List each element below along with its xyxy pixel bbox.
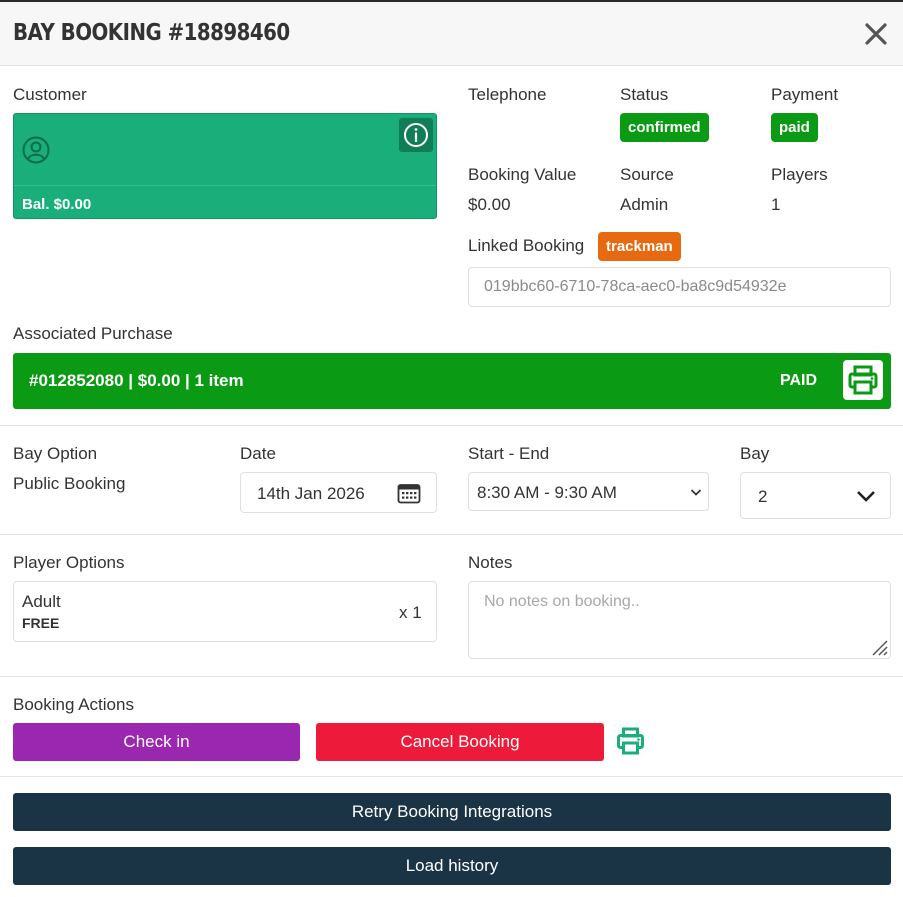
status-label: Status — [620, 85, 669, 104]
modal-header: BAY BOOKING #18898460 — [0, 2, 903, 66]
associated-purchase-bar[interactable]: #012852080 | $0.00 | 1 item PAID — [13, 353, 891, 409]
bay-value: 2 — [758, 487, 768, 506]
bay-option-value: Public Booking — [13, 474, 126, 493]
date-value: 14th Jan 2026 — [257, 484, 365, 503]
player-options-label: Player Options — [13, 553, 125, 572]
bay-label: Bay — [740, 444, 770, 463]
resize-grip-icon[interactable] — [870, 638, 888, 656]
page-title: BAY BOOKING #18898460 — [13, 20, 290, 46]
players-value: 1 — [771, 195, 781, 214]
close-icon[interactable] — [862, 20, 890, 48]
booking-value: $0.00 — [468, 195, 511, 214]
check-in-button[interactable]: Check in — [13, 723, 300, 761]
player-option-quantity: x 1 — [399, 603, 422, 622]
notes-placeholder: No notes on booking.. — [484, 593, 640, 610]
payment-label: Payment — [771, 85, 839, 104]
section-divider — [0, 534, 903, 535]
player-option-price: FREE — [22, 615, 60, 631]
printer-icon — [848, 365, 878, 395]
start-end-label: Start - End — [468, 444, 550, 463]
status-badge: confirmed — [620, 113, 709, 142]
trackman-badge: trackman — [598, 232, 681, 261]
section-divider — [0, 425, 903, 426]
date-label: Date — [240, 444, 276, 463]
bay-booking-modal: BAY BOOKING #18898460 Customer Bal. $0.0… — [0, 0, 903, 897]
printer-icon[interactable] — [614, 725, 647, 758]
notes-label: Notes — [468, 553, 513, 572]
booking-value-label: Booking Value — [468, 165, 577, 184]
customer-label: Customer — [13, 85, 87, 104]
section-divider — [0, 676, 903, 677]
chevron-down-icon — [857, 491, 875, 502]
notes-textarea[interactable]: No notes on booking.. — [468, 581, 891, 659]
customer-card[interactable]: Bal. $0.00 — [13, 113, 437, 219]
start-end-select[interactable]: 8:30 AM - 9:30 AM — [468, 472, 709, 511]
date-picker[interactable]: 14th Jan 2026 — [240, 472, 437, 513]
source-label: Source — [620, 165, 674, 184]
chevron-down-icon — [690, 489, 702, 496]
purchase-summary: #012852080 | $0.00 | 1 item — [29, 371, 244, 390]
associated-purchase-label: Associated Purchase — [13, 324, 173, 343]
bay-select[interactable]: 2 — [740, 472, 891, 519]
card-divider — [14, 185, 436, 186]
retry-integrations-button[interactable]: Retry Booking Integrations — [13, 793, 891, 831]
player-option-card[interactable]: Adult FREE x 1 — [13, 581, 437, 642]
telephone-label: Telephone — [468, 85, 547, 104]
player-option-name: Adult — [22, 592, 61, 611]
user-circle-icon — [22, 136, 50, 164]
purchase-status: PAID — [780, 372, 818, 389]
source-value: Admin — [620, 195, 669, 214]
info-icon — [404, 123, 428, 147]
linked-booking-label: Linked Booking — [468, 236, 585, 255]
load-history-button[interactable]: Load history — [13, 847, 891, 885]
linked-booking-id-field[interactable]: 019bbc60-6710-78ca-aec0-ba8c9d54932e — [468, 267, 891, 307]
purchase-print-button[interactable] — [843, 360, 883, 400]
customer-balance: Bal. $0.00 — [22, 196, 92, 213]
booking-actions-label: Booking Actions — [13, 695, 134, 714]
players-label: Players — [771, 165, 828, 184]
calendar-icon[interactable] — [397, 482, 421, 504]
bay-option-label: Bay Option — [13, 444, 98, 463]
payment-badge: paid — [771, 113, 818, 142]
start-end-value: 8:30 AM - 9:30 AM — [477, 483, 617, 502]
customer-info-button[interactable] — [399, 118, 433, 152]
section-divider — [0, 776, 903, 777]
cancel-booking-button[interactable]: Cancel Booking — [316, 723, 604, 761]
